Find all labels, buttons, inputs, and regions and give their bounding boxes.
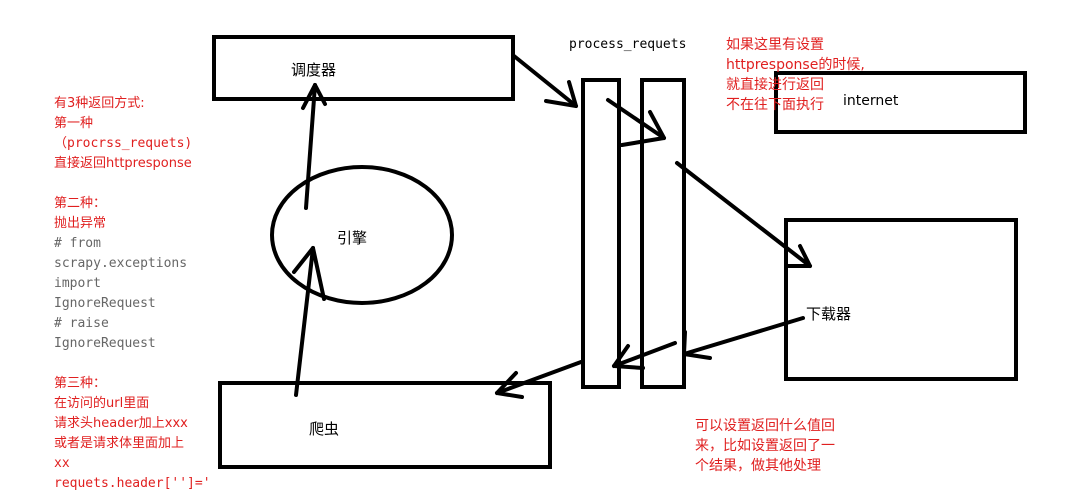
note-left-line: 请求头header加上xxx bbox=[54, 416, 188, 431]
note-line: 不在往下面执行 bbox=[726, 97, 824, 113]
note-left-line: （procrss_requets) bbox=[54, 136, 193, 151]
note-line: httpresponse的时候, bbox=[726, 57, 865, 73]
note-line: 个结果，做其他处理 bbox=[695, 458, 821, 474]
arrow-downloader-to-middleware bbox=[682, 316, 805, 356]
note-left-line: import bbox=[54, 276, 101, 291]
note-left-line: 直接返回httpresponse bbox=[54, 156, 192, 171]
note-left-line: 第二种： bbox=[54, 196, 107, 211]
note-left-line: 抛出异常 bbox=[54, 216, 107, 231]
note-left-line: xx bbox=[54, 456, 70, 471]
note-left: 有3种返回方式: 第一种 （procrss_requets) 直接返回httpresp… bbox=[54, 94, 211, 494]
arrow-middleware-to-downloader bbox=[675, 161, 812, 268]
arrow-scheduler-to-middleware bbox=[512, 54, 578, 108]
note-left-line: 或者是请求体里面加上 bbox=[54, 436, 185, 451]
downloader-label: 下载器 bbox=[806, 305, 852, 323]
engine-label: 引擎 bbox=[337, 229, 368, 247]
note-top-right: 如果这里有设置 httpresponse的时候, 就直接进行返回 不在往下面执行 bbox=[726, 35, 865, 115]
note-left-line: # from bbox=[54, 236, 101, 251]
note-left-line: 在访问的url里面 bbox=[54, 396, 150, 411]
note-line: 就直接进行返回 bbox=[726, 77, 824, 93]
note-left-line: 第三种： bbox=[54, 376, 107, 391]
note-left-line: 第一种 bbox=[54, 116, 94, 131]
note-left-line bbox=[54, 174, 211, 194]
note-bottom-right: 可以设置返回什么值回 来，比如设置返回了一 个结果，做其他处理 bbox=[695, 416, 835, 476]
scheduler-label: 调度器 bbox=[291, 61, 337, 79]
note-left-line: # raise bbox=[54, 316, 109, 331]
note-left-line: IgnoreRequest bbox=[54, 336, 156, 351]
note-line: 如果这里有设置 bbox=[726, 37, 824, 53]
note-line: 来，比如设置返回了一 bbox=[695, 438, 835, 454]
note-line: 可以设置返回什么值回 bbox=[695, 418, 835, 434]
process-requests-label: process_requets bbox=[569, 37, 687, 52]
note-left-line bbox=[54, 354, 211, 374]
note-left-line: IgnoreRequest bbox=[54, 296, 156, 311]
arrow-spider-to-engine bbox=[294, 246, 315, 397]
note-left-line: requets.header['']=' bbox=[54, 476, 211, 491]
spider-label: 爬虫 bbox=[309, 420, 340, 438]
note-left-line: 有3种返回方式: bbox=[54, 96, 145, 111]
note-left-line: scrapy.exceptions bbox=[54, 256, 188, 271]
